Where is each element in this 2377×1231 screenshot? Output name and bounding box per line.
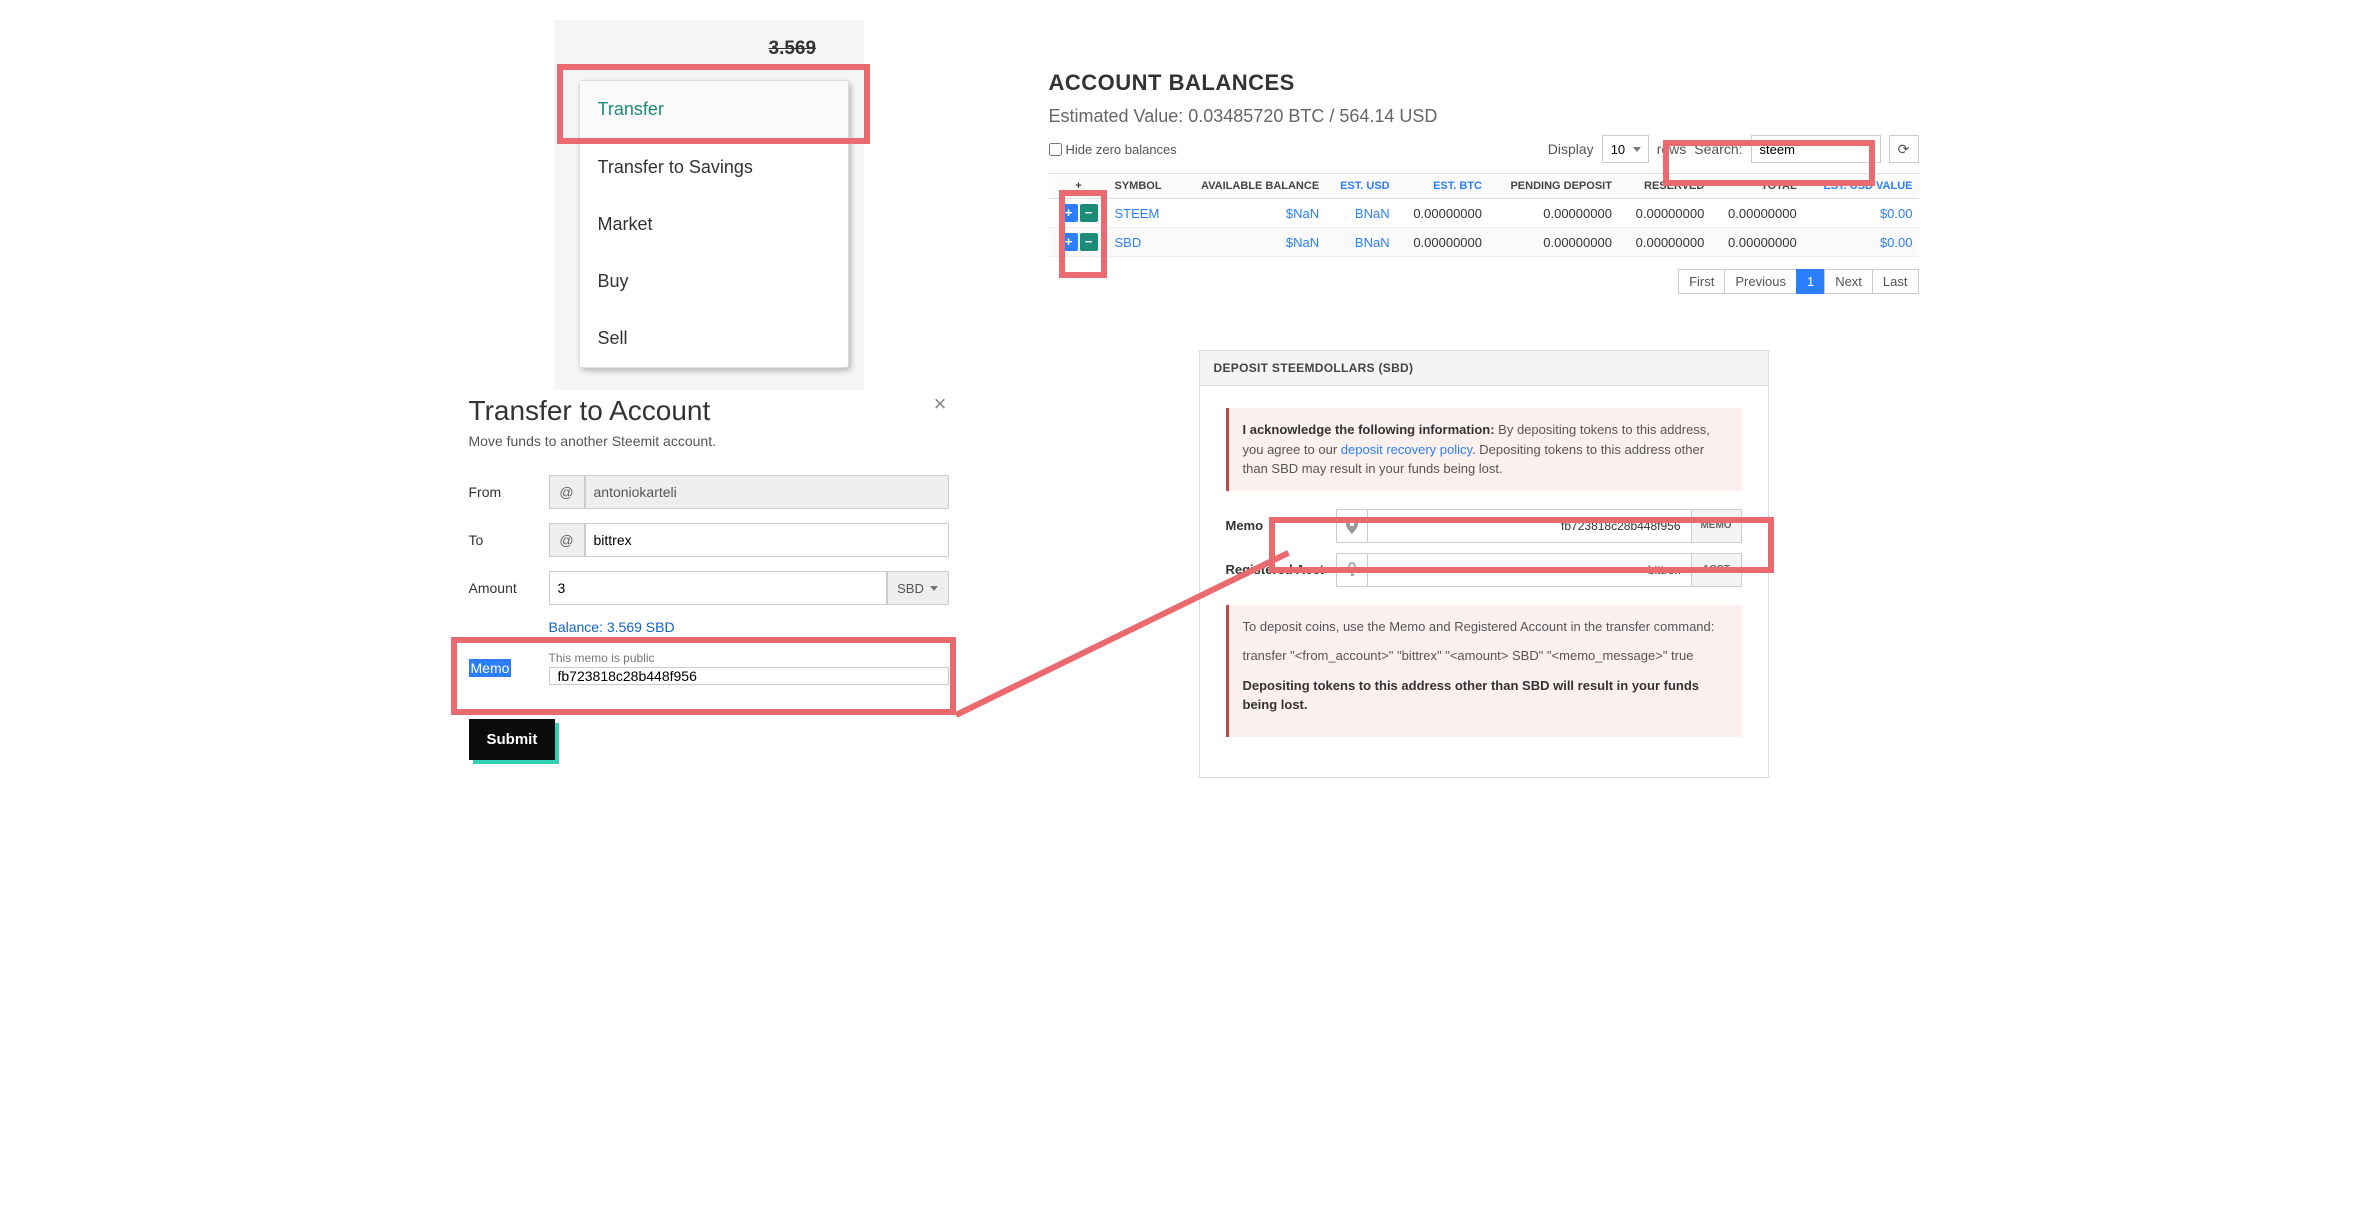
memo-public-note: This memo is public — [549, 651, 949, 665]
rows-select[interactable]: 10 — [1602, 135, 1649, 163]
estimated-value: Estimated Value: 0.03485720 BTC / 564.14… — [1049, 106, 1919, 127]
hide-zero-label: Hide zero balances — [1066, 142, 1177, 157]
balances-title: ACCOUNT BALANCES — [1049, 70, 1919, 96]
at-prefix: @ — [549, 523, 585, 557]
from-label: From — [469, 484, 549, 500]
memo-input[interactable] — [549, 667, 949, 685]
usdval-cell: $0.00 — [1803, 199, 1919, 228]
balance-link[interactable]: Balance: 3.569 SBD — [549, 619, 949, 635]
chevron-down-icon — [1633, 147, 1641, 152]
instr-command: transfer "<from_account>" "bittrex" "<am… — [1243, 646, 1728, 666]
memo-label: Memo — [469, 659, 512, 677]
deposit-memo-value[interactable]: fb723818c28b448f956 — [1368, 509, 1692, 543]
acct-tag: ACCT — [1692, 553, 1742, 587]
menu-item-transfer-savings[interactable]: Transfer to Savings — [580, 139, 848, 196]
deposit-plus-button[interactable]: + — [1060, 204, 1078, 222]
rows-label: rows — [1657, 141, 1687, 157]
from-input — [585, 475, 949, 509]
withdraw-minus-button[interactable]: − — [1080, 204, 1098, 222]
col-usd-val[interactable]: EST. USD VALUE — [1803, 174, 1919, 199]
pin-icon — [1336, 509, 1368, 543]
page-current[interactable]: 1 — [1796, 269, 1825, 294]
instructions-notice: To deposit coins, use the Memo and Regis… — [1226, 605, 1742, 737]
memo-tag: MEMO — [1692, 509, 1742, 543]
amount-unit-label: SBD — [897, 581, 924, 596]
ack-notice: I acknowledge the following information:… — [1226, 408, 1742, 491]
key-icon — [1336, 553, 1368, 587]
col-symbol[interactable]: SYMBOL — [1109, 174, 1177, 199]
hide-zero-checkbox[interactable]: Hide zero balances — [1049, 142, 1177, 157]
page-last[interactable]: Last — [1872, 269, 1919, 294]
deposit-memo-label: Memo — [1226, 518, 1336, 533]
col-pending[interactable]: PENDING DEPOSIT — [1488, 174, 1618, 199]
btc-cell: 0.00000000 — [1396, 199, 1488, 228]
close-icon[interactable]: × — [934, 391, 947, 417]
deposit-plus-button[interactable]: + — [1060, 233, 1078, 251]
deposit-acct-value[interactable]: bittrex — [1368, 553, 1692, 587]
refresh-button[interactable]: ⟳ — [1889, 135, 1919, 163]
btc-cell: 0.00000000 — [1396, 228, 1488, 257]
instr-line-1: To deposit coins, use the Memo and Regis… — [1243, 617, 1728, 637]
col-avail[interactable]: AVAILABLE BALANCE — [1176, 174, 1325, 199]
avail-cell: $NaN — [1176, 228, 1325, 257]
table-row: +−STEEM$NaNBNaN0.000000000.000000000.000… — [1049, 199, 1919, 228]
menu-item-sell[interactable]: Sell — [580, 310, 848, 367]
amount-label: Amount — [469, 580, 549, 596]
usd-cell: BNaN — [1325, 228, 1395, 257]
deposit-header: DEPOSIT STEEMDOLLARS (SBD) — [1200, 351, 1768, 386]
transfer-modal: × Transfer to Account Move funds to anot… — [459, 385, 959, 770]
policy-link[interactable]: deposit recovery policy — [1341, 442, 1472, 457]
col-est-usd[interactable]: EST. USD — [1325, 174, 1395, 199]
modal-title: Transfer to Account — [469, 395, 949, 427]
pagination: First Previous 1 Next Last — [1049, 269, 1919, 294]
avail-cell: $NaN — [1176, 199, 1325, 228]
symbol-cell[interactable]: STEEM — [1109, 199, 1177, 228]
col-plus: + — [1049, 174, 1109, 199]
pending-cell: 0.00000000 — [1488, 228, 1618, 257]
to-input[interactable] — [585, 523, 949, 557]
chevron-down-icon — [930, 586, 938, 591]
display-label: Display — [1548, 141, 1594, 157]
page-prev[interactable]: Previous — [1724, 269, 1797, 294]
col-est-btc[interactable]: EST. BTC — [1396, 174, 1488, 199]
reserved-cell: 0.00000000 — [1618, 199, 1710, 228]
wallet-action-dropdown[interactable]: Transfer Transfer to Savings Market Buy … — [579, 80, 849, 368]
at-prefix: @ — [549, 475, 585, 509]
symbol-cell[interactable]: SBD — [1109, 228, 1177, 257]
price-behind: 3.569 — [769, 38, 817, 60]
deposit-panel: DEPOSIT STEEMDOLLARS (SBD) I acknowledge… — [1199, 350, 1769, 778]
total-cell: 0.00000000 — [1710, 199, 1802, 228]
deposit-acct-row: Registered Acct bittrex ACCT — [1226, 553, 1742, 587]
reserved-cell: 0.00000000 — [1618, 228, 1710, 257]
ack-strong: I acknowledge the following information: — [1243, 422, 1495, 437]
hide-zero-input[interactable] — [1049, 143, 1062, 156]
total-cell: 0.00000000 — [1710, 228, 1802, 257]
amount-input[interactable] — [549, 571, 887, 605]
search-label: Search: — [1694, 141, 1742, 157]
col-total[interactable]: TOTAL — [1710, 174, 1802, 199]
usd-cell: BNaN — [1325, 199, 1395, 228]
instr-warning: Depositing tokens to this address other … — [1243, 678, 1700, 713]
col-reserved[interactable]: RESERVED — [1618, 174, 1710, 199]
amount-unit-select[interactable]: SBD — [887, 571, 949, 605]
menu-item-transfer[interactable]: Transfer — [580, 81, 848, 139]
modal-subtitle: Move funds to another Steemit account. — [469, 433, 949, 449]
usdval-cell: $0.00 — [1803, 228, 1919, 257]
table-row: +−SBD$NaNBNaN0.000000000.000000000.00000… — [1049, 228, 1919, 257]
search-input[interactable] — [1751, 135, 1881, 163]
menu-item-market[interactable]: Market — [580, 196, 848, 253]
account-balances-panel: ACCOUNT BALANCES Estimated Value: 0.0348… — [1049, 70, 1919, 294]
menu-item-buy[interactable]: Buy — [580, 253, 848, 310]
pending-cell: 0.00000000 — [1488, 199, 1618, 228]
balances-table: + SYMBOL AVAILABLE BALANCE EST. USD EST.… — [1049, 173, 1919, 257]
deposit-memo-row: Memo fb723818c28b448f956 MEMO — [1226, 509, 1742, 543]
to-label: To — [469, 532, 549, 548]
page-next[interactable]: Next — [1824, 269, 1873, 294]
submit-button[interactable]: Submit — [469, 719, 556, 760]
withdraw-minus-button[interactable]: − — [1080, 233, 1098, 251]
page-first[interactable]: First — [1678, 269, 1725, 294]
